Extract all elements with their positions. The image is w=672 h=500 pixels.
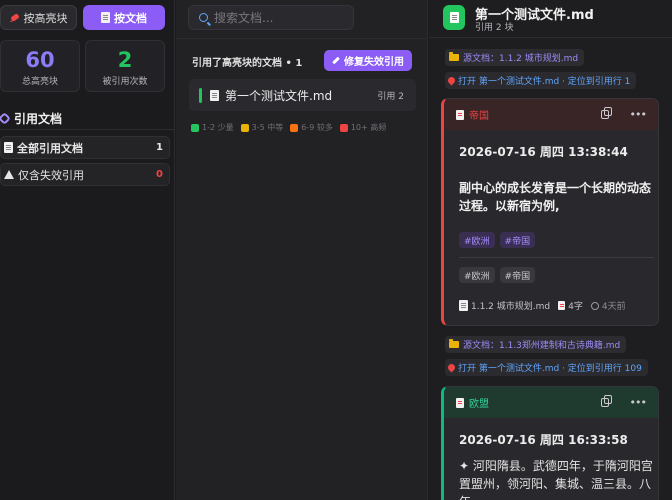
- tag[interactable]: #欧洲: [459, 232, 495, 248]
- open-at-line-link[interactable]: 打开 第一个测试文件.md · 定位到引用行 1: [445, 72, 637, 89]
- document-list-item[interactable]: 第一个测试文件.md 引用 2: [189, 79, 416, 111]
- card-header: 帝国 •••: [444, 99, 658, 130]
- filter-broken-only[interactable]: 仅含失效引用 0: [0, 163, 170, 186]
- document-icon: [101, 12, 110, 23]
- mode-by-document-button[interactable]: 按文档: [83, 5, 165, 30]
- legend-swatch: [191, 123, 199, 132]
- document-icon: [456, 109, 464, 120]
- more-icon[interactable]: •••: [630, 108, 647, 121]
- document-list-pane: 引用了高亮块的文档 • 1 修复失效引用 第一个测试文件.md 引用 2 1-2…: [176, 0, 428, 500]
- footer-age: 4天前: [590, 299, 626, 312]
- stat-citations: 2 被引用次数: [85, 40, 165, 92]
- search-box: [188, 5, 354, 30]
- stat-value: 2: [117, 48, 133, 72]
- document-icon: [456, 397, 464, 408]
- document-icon: [558, 301, 566, 310]
- view-mode-toggle: 按高亮块 按文档: [0, 5, 175, 30]
- legend-item: 1-2 少量: [191, 122, 234, 133]
- stat-value: 60: [25, 48, 55, 72]
- card-footer: 1.1.2 城市规划.md 4字 4天前: [459, 299, 626, 312]
- mode-by-document-label: 按文档: [114, 11, 147, 25]
- frequency-bar: [199, 87, 202, 103]
- source-document-text: 源文档：1.1.3郑州建制和古诗典籍.md: [463, 341, 621, 351]
- filter-count: 0: [156, 169, 163, 180]
- more-icon[interactable]: •••: [630, 396, 647, 409]
- detail-pane: 第一个测试文件.md 引用 2 块 源文档：1.1.2 城市规划.md 打开 第…: [429, 0, 672, 500]
- stat-label: 被引用次数: [102, 77, 148, 87]
- legend-swatch: [290, 123, 299, 132]
- left-pane: 按高亮块 按文档 60 总高亮块 2 被引用次数 引用文档 全部引用文档 1 仅…: [0, 0, 175, 500]
- detail-subtitle: 引用 2 块: [475, 23, 514, 33]
- source-document-tag[interactable]: 源文档：1.1.2 城市规划.md: [445, 49, 585, 66]
- warning-icon: [4, 170, 14, 179]
- search-input[interactable]: [214, 10, 344, 25]
- card-header: 欧盟 •••: [444, 387, 658, 418]
- open-at-line-link[interactable]: 打开 第一个测试文件.md · 定位到引用行 109: [445, 359, 648, 376]
- location-pin-icon: [446, 75, 457, 86]
- legend-swatch: [240, 123, 249, 132]
- filter-count: 1: [156, 142, 163, 153]
- card-text: ✦ 河阳隋县。武德四年，于隋河阳宫置盟州，领河阳、集城、温三县。八年,: [459, 459, 653, 500]
- section-title-text: 引用文档: [14, 111, 63, 126]
- card-name: 帝国: [469, 111, 489, 122]
- stat-total-highlights: 60 总高亮块: [0, 40, 80, 92]
- copy-icon[interactable]: [600, 395, 612, 407]
- section-title: 引用文档: [0, 109, 175, 127]
- card-tags: #欧洲 #帝国: [459, 232, 536, 248]
- document-icon: [459, 300, 468, 311]
- search-icon: [199, 13, 208, 22]
- filter-label: 仅含失效引用: [18, 168, 84, 182]
- footer-chars: 4字: [558, 299, 583, 312]
- copy-icon[interactable]: [600, 107, 612, 119]
- mode-by-highlight-label: 按高亮块: [23, 11, 68, 25]
- document-badge: [443, 5, 465, 30]
- link-icon: [0, 111, 11, 125]
- document-name: 第一个测试文件.md: [225, 88, 333, 103]
- open-link-text: 打开 第一个测试文件.md · 定位到引用行 1: [458, 77, 631, 87]
- card-timestamp: 2026-07-16 周四 16:33:58: [459, 433, 628, 447]
- highlight-card[interactable]: 帝国 ••• 2026-07-16 周四 13:38:44 副中心的成长发育是一…: [441, 98, 659, 326]
- filter-label: 全部引用文档: [17, 141, 83, 155]
- detail-header: 第一个测试文件.md 引用 2 块: [429, 0, 672, 38]
- card-name: 欧盟: [469, 399, 489, 410]
- card-timestamp: 2026-07-16 周四 13:38:44: [459, 145, 628, 159]
- folder-icon: [449, 339, 459, 348]
- stat-label: 总高亮块: [21, 77, 58, 87]
- clock-icon: [590, 301, 599, 310]
- filter-all-docs[interactable]: 全部引用文档 1: [0, 136, 170, 159]
- citation-count: 引用 2: [377, 91, 404, 102]
- footer-source: 1.1.2 城市规划.md: [459, 299, 550, 312]
- folder-icon: [449, 52, 459, 61]
- tag[interactable]: #帝国: [499, 232, 536, 248]
- document-icon: [4, 142, 13, 153]
- legend-item: 10+ 高频: [339, 122, 386, 133]
- card-text: 副中心的成长发育是一个长期的动态过程。以新宿为例,: [459, 181, 652, 213]
- source-document-text: 源文档：1.1.2 城市规划.md: [463, 54, 579, 64]
- card-tags-secondary: #欧洲 #帝国: [459, 267, 536, 283]
- wrench-icon: [332, 56, 340, 65]
- divider: [176, 38, 428, 39]
- repair-label: 修复失效引用: [344, 57, 404, 68]
- tag[interactable]: #欧洲: [459, 267, 495, 283]
- divider: [459, 257, 654, 258]
- legend-swatch: [339, 123, 348, 132]
- location-pin-icon: [446, 362, 457, 373]
- highlight-card[interactable]: 欧盟 ••• 2026-07-16 周四 16:33:58 ✦ 河阳隋县。武德四…: [441, 386, 659, 500]
- mode-by-highlight-button[interactable]: 按高亮块: [0, 5, 77, 30]
- open-link-text: 打开 第一个测试文件.md · 定位到引用行 109: [458, 364, 642, 374]
- source-document-tag[interactable]: 源文档：1.1.3郑州建制和古诗典籍.md: [445, 336, 627, 353]
- divider: [0, 129, 175, 130]
- tag[interactable]: #帝国: [499, 267, 536, 283]
- document-icon: [449, 12, 459, 23]
- frequency-legend: 1-2 少量 3-5 中等 6-9 较多 10+ 高频: [191, 122, 386, 133]
- list-title: 引用了高亮块的文档 • 1: [192, 58, 303, 69]
- pin-icon: [10, 13, 20, 23]
- legend-item: 6-9 较多: [290, 122, 333, 133]
- document-icon: [210, 89, 219, 101]
- repair-broken-links-button[interactable]: 修复失效引用: [324, 50, 412, 71]
- legend-item: 3-5 中等: [240, 122, 283, 133]
